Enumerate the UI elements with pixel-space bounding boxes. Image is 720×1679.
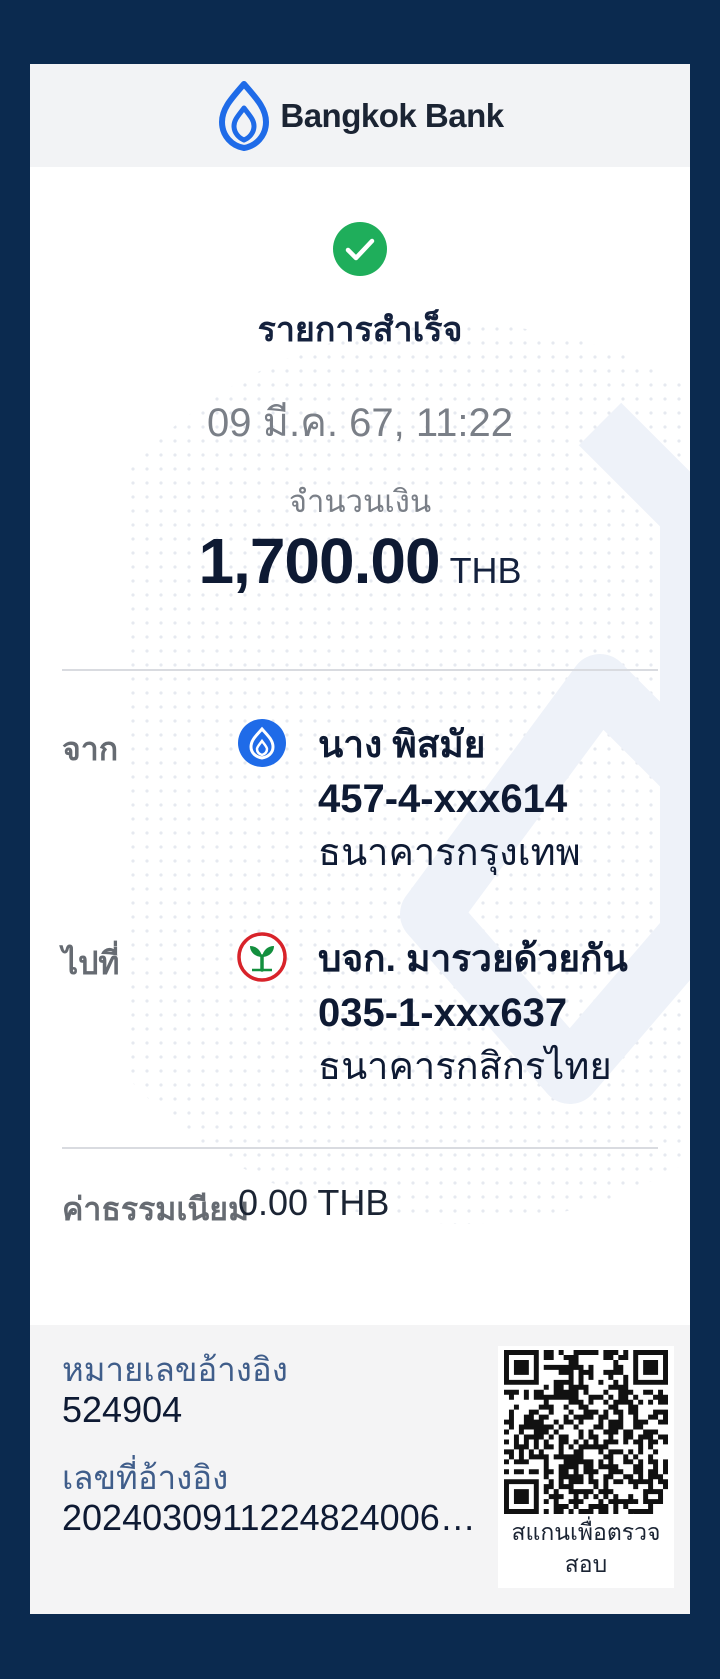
amount-label: จำนวนเงิน (288, 484, 432, 519)
from-bank: ธนาคารกรุงเทพ (318, 832, 581, 874)
divider (62, 669, 658, 671)
amount-currency: THB (449, 550, 522, 591)
check-circle-icon (333, 222, 387, 276)
brand-logo: Bangkok Bank (216, 80, 504, 152)
amount-row: 1,700.00 THB (30, 524, 690, 598)
from-label: จาก (62, 731, 119, 767)
qr-modules (504, 1350, 668, 1514)
from-details: นาง พิสมัย 457-4-xxx614 ธนาคารกรุงเทพ (318, 718, 668, 880)
bangkok-bank-icon (238, 719, 286, 767)
from-name: นาง พิสมัย (318, 724, 486, 765)
to-bank: ธนาคารกสิกรไทย (318, 1046, 612, 1088)
reference-value-1: 524904 (62, 1389, 183, 1430)
kasikorn-bank-icon (237, 932, 287, 982)
from-account: 457-4-xxx614 (318, 777, 568, 821)
status-text: รายการสำเร็จ (257, 311, 463, 349)
to-label: ไปที่ (62, 945, 120, 981)
brand-name: Bangkok Bank (280, 96, 504, 134)
fee-value: 0.00 THB (238, 1182, 390, 1223)
fee-label: ค่าธรรมเนียม (62, 1191, 250, 1227)
reference-value-2: 2024030911224824006122 (62, 1497, 492, 1538)
amount-value: 1,700.00 (198, 525, 440, 597)
qr-caption-line2: สอบ (564, 1551, 608, 1577)
qr-caption: สแกนเพื่อตรวจ สอบ (498, 1516, 674, 1580)
transaction-datetime: 09 มี.ค. 67, 11:22 (207, 401, 513, 445)
to-details: บจก. มารวยด้วยกัน 035-1-xxx637 ธนาคารกสิ… (318, 932, 668, 1094)
divider (62, 1147, 658, 1149)
qr-code-icon[interactable] (504, 1350, 668, 1514)
to-account: 035-1-xxx637 (318, 991, 568, 1035)
slip-header: Bangkok Bank (30, 64, 690, 167)
to-name: บจก. มารวยด้วยกัน (318, 938, 628, 979)
qr-code-block[interactable]: สแกนเพื่อตรวจ สอบ (498, 1346, 674, 1588)
transaction-slip-card: Bangkok Bank รายการสำเร็จ 09 มี.ค. 67, 1… (30, 64, 690, 1614)
bangkok-bank-logo-icon (219, 80, 270, 151)
qr-caption-line1: สแกนเพื่อตรวจ (511, 1519, 661, 1545)
